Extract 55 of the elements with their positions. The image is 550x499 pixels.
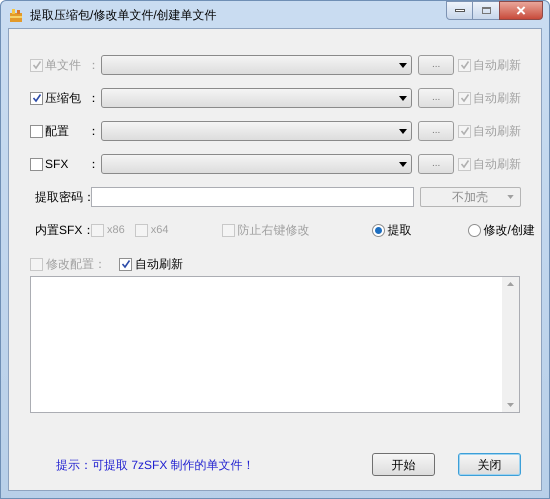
dropdown-arrow-icon	[399, 128, 408, 134]
minimize-icon	[454, 9, 464, 12]
checkbox[interactable]	[119, 258, 132, 270]
minimize-button[interactable]	[446, 1, 473, 20]
checkbox[interactable]	[30, 158, 43, 170]
browse-button[interactable]: ...	[418, 154, 454, 174]
auto-refresh-label: 自动刷新	[473, 90, 521, 107]
radio-label: 修改/创建	[484, 222, 535, 239]
dropdown-arrow-icon	[399, 162, 408, 166]
hint-text: 提示：可提取 7zSFX 制作的单文件！	[56, 456, 255, 474]
path-dropdown[interactable]	[100, 121, 412, 141]
row-label: 压缩包	[45, 90, 82, 107]
colon: ：	[87, 156, 100, 173]
maximize-icon	[482, 7, 490, 14]
dropdown-arrow-icon	[507, 195, 514, 199]
close-button[interactable]	[499, 1, 543, 20]
colon: ：	[87, 90, 100, 107]
auto-refresh-label: 自动刷新	[473, 156, 521, 173]
row-label: SFX	[45, 156, 70, 173]
row-label: 配置	[45, 123, 70, 140]
close-icon	[516, 6, 526, 15]
dialog-button[interactable]: 关闭	[458, 453, 521, 476]
option-label: x86	[107, 222, 125, 238]
vertical-scrollbar[interactable]	[502, 277, 519, 412]
builtin-sfx-label: 内置SFX：	[35, 222, 91, 239]
password-field[interactable]	[91, 187, 414, 207]
colon: ：	[87, 123, 100, 140]
browse-button[interactable]: ...	[418, 121, 454, 141]
checkbox[interactable]	[30, 124, 43, 138]
browse-button[interactable]: ...	[418, 88, 454, 108]
radio-button[interactable]	[468, 224, 480, 236]
app-icon	[8, 6, 24, 22]
config-option-label: 自动刷新	[135, 256, 183, 273]
auto-refresh-label: 自动刷新	[473, 57, 521, 74]
row-label: 单文件	[45, 57, 82, 74]
maximize-button[interactable]	[473, 1, 499, 20]
colon: ：	[87, 57, 100, 74]
auto-refresh-label: 自动刷新	[473, 123, 521, 140]
checkbox[interactable]	[30, 92, 43, 104]
dialog-button[interactable]: 开始	[372, 453, 435, 476]
path-dropdown[interactable]	[100, 154, 412, 174]
password-label: 提取密码：	[35, 189, 91, 206]
dropdown-arrow-icon	[399, 62, 408, 68]
scroll-down-icon[interactable]	[507, 403, 514, 407]
radio-label: 提取	[388, 222, 412, 239]
config-option-label: 修改配置：	[46, 256, 106, 273]
dropdown-arrow-icon	[399, 96, 408, 100]
path-dropdown[interactable]	[100, 55, 412, 75]
window-title: 提取压缩包/修改单文件/创建单文件	[30, 6, 217, 24]
radio-button[interactable]	[372, 224, 384, 236]
option-label: 防止右键修改	[238, 222, 310, 239]
path-dropdown[interactable]	[100, 88, 412, 108]
log-text-area[interactable]	[30, 276, 520, 413]
option-label: x64	[150, 222, 168, 238]
scroll-up-icon[interactable]	[507, 282, 514, 286]
